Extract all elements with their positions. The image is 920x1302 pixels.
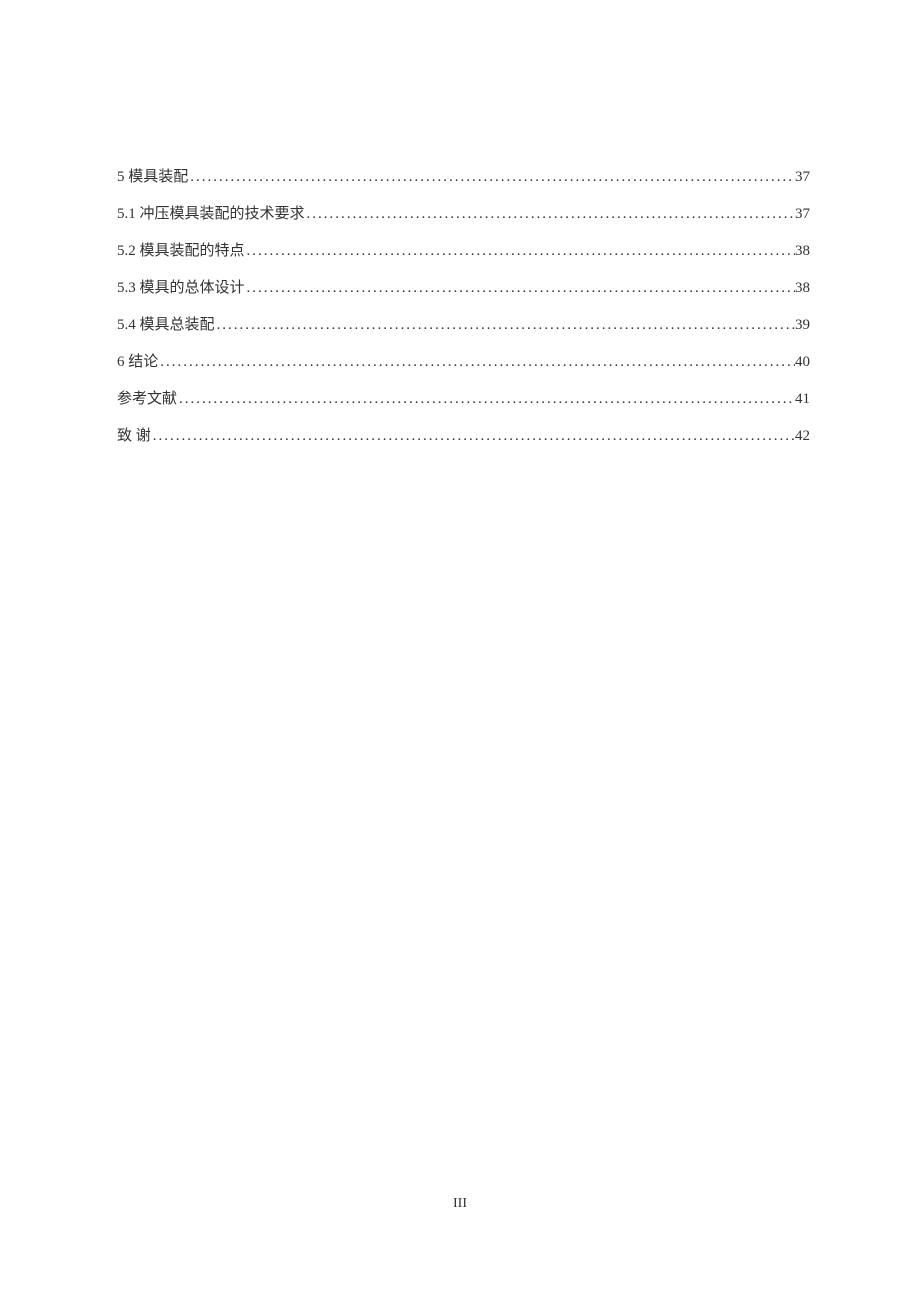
toc-entry-title: 致 谢: [117, 424, 151, 445]
toc-entry-title: 6 结论: [117, 350, 158, 371]
toc-entry-leader: [305, 206, 795, 223]
toc-entry-leader: [151, 428, 795, 445]
toc-entry-page: 37: [795, 206, 810, 223]
toc-entry: 5.3 模具的总体设计 38: [117, 276, 810, 297]
toc-entry: 5 模具装配 37: [117, 165, 810, 186]
toc-entry-title: 5.1 冲压模具装配的技术要求: [117, 202, 305, 223]
toc-entry-page: 40: [795, 354, 810, 371]
page-number: III: [0, 1196, 920, 1212]
document-page: 5 模具装配 37 5.1 冲压模具装配的技术要求 37 5.2 模具装配的特点…: [0, 0, 920, 445]
toc-entry: 5.1 冲压模具装配的技术要求 37: [117, 202, 810, 223]
toc-entry-title: 参考文献: [117, 387, 177, 408]
toc-entry-page: 42: [795, 428, 810, 445]
toc-entry-leader: [158, 354, 795, 371]
toc-entry: 致 谢 42: [117, 424, 810, 445]
toc-entry: 5.4 模具总装配 39: [117, 313, 810, 334]
toc-entry-leader: [188, 169, 795, 186]
toc-entry-page: 41: [795, 391, 810, 408]
toc-entry: 6 结论 40: [117, 350, 810, 371]
toc-entry-page: 37: [795, 169, 810, 186]
toc-entry-leader: [177, 391, 795, 408]
toc-entry-page: 39: [795, 317, 810, 334]
toc-entry: 5.2 模具装配的特点 38: [117, 239, 810, 260]
toc-entry-page: 38: [795, 280, 810, 297]
toc-entry-page: 38: [795, 243, 810, 260]
toc-entry-leader: [245, 280, 795, 297]
toc-entry-title: 5 模具装配: [117, 165, 188, 186]
toc-entry-leader: [215, 317, 795, 334]
toc-entry-leader: [245, 243, 795, 260]
toc-entry-title: 5.2 模具装配的特点: [117, 239, 245, 260]
toc-entry-title: 5.4 模具总装配: [117, 313, 215, 334]
toc-entry: 参考文献 41: [117, 387, 810, 408]
toc-entry-title: 5.3 模具的总体设计: [117, 276, 245, 297]
